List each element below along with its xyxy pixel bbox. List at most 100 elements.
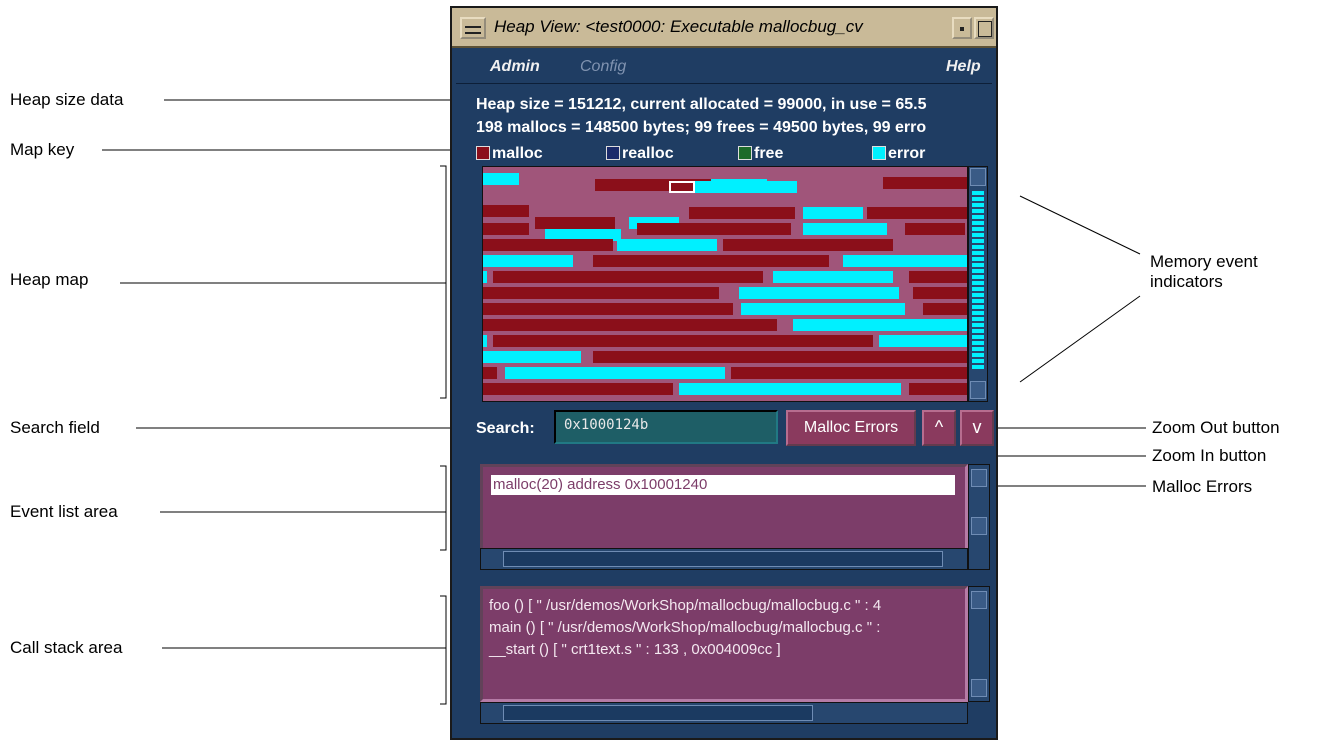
window-menu-button[interactable] xyxy=(460,17,486,39)
call-stack-line[interactable]: main () [ " /usr/demos/WorkShop/mallocbu… xyxy=(489,617,965,639)
error-block xyxy=(483,255,573,267)
key-realloc-label: realloc xyxy=(622,145,674,162)
search-label: Search: xyxy=(476,420,535,437)
key-realloc: realloc xyxy=(606,145,674,163)
scroll-up-arrow-icon[interactable] xyxy=(971,591,987,609)
malloc-block xyxy=(867,207,967,219)
call-stack-line[interactable]: __start () [ " crt1text.s " : 133 , 0x00… xyxy=(489,639,965,661)
chevron-up-icon: ^ xyxy=(934,417,944,437)
malloc-errors-button[interactable]: Malloc Errors xyxy=(786,410,916,446)
minimize-button[interactable] xyxy=(952,17,972,39)
malloc-stats-line: 198 mallocs = 148500 bytes; 99 frees = 4… xyxy=(476,119,927,136)
error-block xyxy=(483,335,487,347)
key-malloc: malloc xyxy=(476,145,543,163)
free-swatch xyxy=(738,146,752,160)
menu-bar: Admin Config Help xyxy=(456,52,992,84)
heap-size-line: Heap size = 151212, current allocated = … xyxy=(476,96,927,113)
scroll-thumb[interactable] xyxy=(503,551,943,567)
callout-search-field: Search field xyxy=(10,418,100,437)
realloc-swatch xyxy=(606,146,620,160)
search-input[interactable]: 0x1000124b xyxy=(554,410,778,444)
key-free-label: free xyxy=(754,145,784,162)
malloc-block xyxy=(483,239,613,251)
error-block xyxy=(843,255,967,267)
malloc-block xyxy=(483,223,529,235)
error-block xyxy=(483,271,487,283)
error-block xyxy=(879,335,967,347)
malloc-block xyxy=(923,303,967,315)
scroll-thumb[interactable] xyxy=(503,705,813,721)
scroll-up-arrow-icon[interactable] xyxy=(970,168,986,186)
error-block xyxy=(617,239,717,251)
malloc-block xyxy=(731,367,967,379)
scroll-down-arrow-icon[interactable] xyxy=(971,517,987,535)
callout-zoom-out-button: Zoom Out button xyxy=(1152,418,1280,437)
malloc-block xyxy=(637,223,791,235)
scroll-down-arrow-icon[interactable] xyxy=(971,679,987,697)
malloc-block xyxy=(723,239,893,251)
title-bar[interactable]: Heap View: <test0000: Executable mallocb… xyxy=(452,8,996,48)
callout-call-stack-area: Call stack area xyxy=(10,638,123,657)
callout-malloc-errors: Malloc Errors xyxy=(1152,477,1253,496)
malloc-block xyxy=(483,319,777,331)
menu-admin[interactable]: Admin xyxy=(490,58,540,76)
error-block xyxy=(711,179,767,191)
malloc-block xyxy=(535,217,615,229)
malloc-block xyxy=(905,223,965,235)
call-stack-vscrollbar[interactable] xyxy=(968,586,990,702)
callout-heap-size-data: Heap size data xyxy=(10,90,124,109)
malloc-block xyxy=(593,351,967,363)
memory-event-indicators xyxy=(972,191,984,371)
heap-map[interactable] xyxy=(482,166,968,402)
scroll-up-arrow-icon[interactable] xyxy=(971,469,987,487)
zoom-out-button[interactable]: v xyxy=(960,410,994,446)
event-list-vscrollbar[interactable] xyxy=(968,464,990,570)
malloc-block xyxy=(883,177,967,189)
malloc-block xyxy=(909,271,967,283)
heap-view-window: Heap View: <test0000: Executable mallocb… xyxy=(450,6,998,740)
call-stack-line[interactable]: foo () [ " /usr/demos/WorkShop/mallocbug… xyxy=(489,595,965,617)
malloc-swatch xyxy=(476,146,490,160)
malloc-block xyxy=(493,335,873,347)
error-block xyxy=(803,223,887,235)
callout-heap-map: Heap map xyxy=(10,270,89,289)
malloc-block xyxy=(483,383,673,395)
malloc-block xyxy=(493,271,763,283)
error-block xyxy=(505,367,725,379)
menu-help[interactable]: Help xyxy=(946,58,981,76)
key-error: error xyxy=(872,145,925,163)
error-block xyxy=(741,303,905,315)
error-block xyxy=(793,319,967,331)
key-malloc-label: malloc xyxy=(492,145,543,162)
malloc-block xyxy=(483,205,529,217)
heap-map-scrollbar[interactable] xyxy=(968,166,988,402)
event-list-hscrollbar[interactable] xyxy=(480,548,968,570)
error-block xyxy=(483,173,519,185)
error-block xyxy=(679,383,901,395)
callout-memory-event-indicators: Memory event indicators xyxy=(1150,252,1258,291)
malloc-block xyxy=(483,303,733,315)
zoom-in-button[interactable]: ^ xyxy=(922,410,956,446)
error-block xyxy=(483,351,581,363)
event-list-item[interactable]: malloc(20) address 0x10001240 xyxy=(491,475,955,495)
menu-config[interactable]: Config xyxy=(580,58,626,76)
call-stack-hscrollbar[interactable] xyxy=(480,702,968,724)
chevron-down-icon: v xyxy=(972,417,982,437)
callout-zoom-in-button: Zoom In button xyxy=(1152,446,1267,465)
malloc-block xyxy=(483,367,497,379)
call-stack[interactable]: foo () [ " /usr/demos/WorkShop/mallocbug… xyxy=(480,586,968,702)
error-swatch xyxy=(872,146,886,160)
window-title: Heap View: <test0000: Executable mallocb… xyxy=(494,17,863,36)
key-free: free xyxy=(738,145,783,163)
malloc-block xyxy=(483,287,719,299)
malloc-block xyxy=(909,383,967,395)
malloc-block xyxy=(593,255,829,267)
error-block xyxy=(739,287,899,299)
scroll-down-arrow-icon[interactable] xyxy=(970,381,986,399)
selected-block[interactable] xyxy=(669,181,695,193)
callout-event-list-area: Event list area xyxy=(10,502,118,521)
error-block xyxy=(773,271,893,283)
callout-map-key: Map key xyxy=(10,140,75,159)
maximize-button[interactable] xyxy=(974,17,994,39)
key-error-label: error xyxy=(888,145,926,162)
